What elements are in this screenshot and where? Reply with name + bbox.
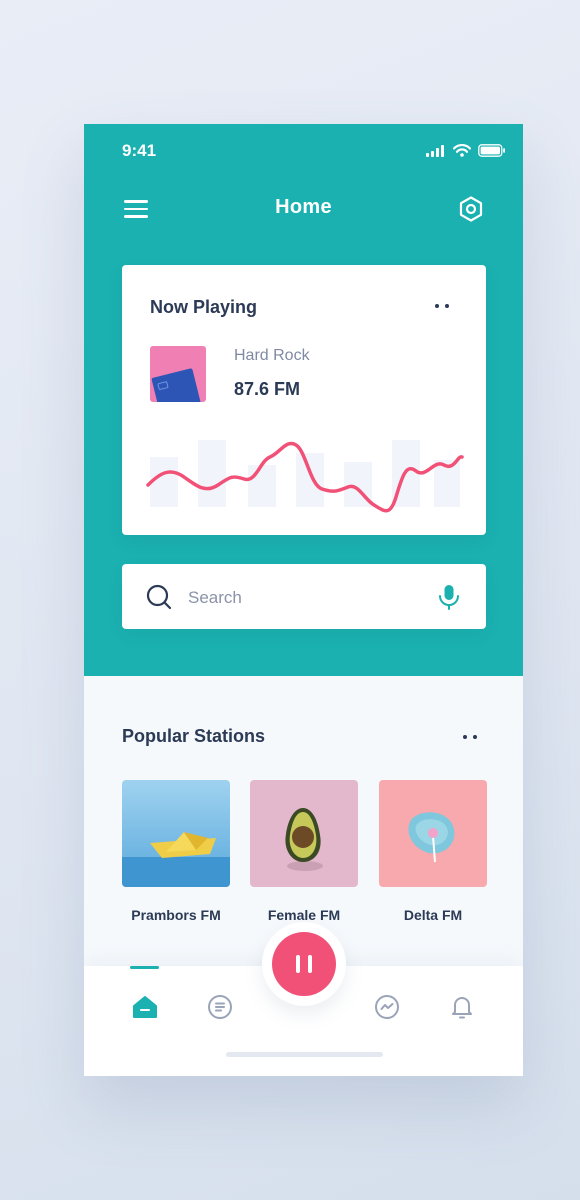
now-playing-card[interactable]: Now Playing Hard Rock 87.6 FM — [122, 265, 486, 535]
station-label: Delta FM — [403, 907, 463, 923]
station-thumbnail — [122, 780, 230, 887]
status-icons — [426, 144, 506, 157]
nav-active-indicator — [130, 966, 159, 969]
album-art — [150, 346, 206, 402]
station-frequency: 87.6 FM — [234, 379, 301, 399]
header-panel: 9:41 Home Now Playing Hard Rock 87.6 FM … — [84, 124, 523, 676]
now-playing-title: Now Playing — [150, 297, 258, 317]
station-card[interactable]: Delta FM — [379, 780, 487, 923]
home-icon[interactable] — [132, 994, 158, 1020]
signal-icon — [426, 144, 444, 157]
station-card[interactable]: Prambors FM — [122, 780, 230, 923]
phone-screen: 9:41 Home Now Playing Hard Rock 87.6 FM … — [84, 124, 523, 1076]
station-card[interactable]: Female FM — [250, 780, 358, 923]
station-label: Prambors FM — [131, 907, 221, 923]
settings-icon[interactable] — [458, 196, 484, 222]
messenger-icon[interactable] — [374, 994, 400, 1020]
audio-waveform — [146, 440, 464, 513]
station-thumbnail — [250, 780, 358, 887]
play-button-container — [262, 922, 346, 1006]
home-indicator — [226, 1052, 383, 1057]
search-icon[interactable] — [146, 584, 172, 610]
microphone-icon[interactable] — [438, 584, 460, 610]
station-label: Female FM — [267, 907, 341, 923]
search-input[interactable] — [186, 582, 420, 614]
list-icon[interactable] — [207, 994, 233, 1020]
status-time: 9:41 — [122, 141, 157, 160]
station-genre: Hard Rock — [234, 347, 310, 364]
now-playing-more-button[interactable] — [435, 304, 449, 308]
search-bar[interactable] — [122, 564, 486, 629]
wifi-icon — [453, 144, 471, 157]
popular-more-button[interactable] — [463, 735, 477, 739]
bell-icon[interactable] — [449, 994, 475, 1020]
station-thumbnail — [379, 780, 487, 887]
popular-stations-title: Popular Stations — [122, 726, 266, 746]
battery-icon — [478, 144, 505, 157]
pause-icon — [296, 955, 300, 973]
pause-button[interactable] — [272, 932, 336, 996]
